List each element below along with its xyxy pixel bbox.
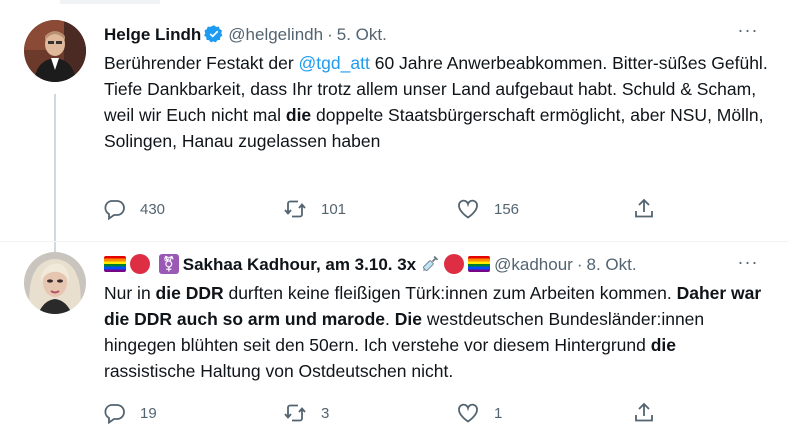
share-icon (635, 198, 653, 218)
text-bold: die (650, 335, 677, 355)
avatar[interactable] (24, 20, 86, 82)
share-button[interactable] (632, 196, 656, 222)
transgender-symbol-icon (158, 254, 179, 274)
rainbow-flag-icon (468, 256, 491, 272)
like-icon (458, 199, 478, 219)
verified-badge-icon (204, 24, 224, 44)
tweet-text: Nur in die DDR durften keine fleißigen T… (104, 280, 768, 384)
like-button[interactable]: 1 (456, 400, 502, 426)
avatar-image (24, 20, 86, 82)
more-icon[interactable]: ··· (736, 21, 760, 44)
text-part: Berührender Festakt der (104, 53, 299, 73)
like-button[interactable]: 156 (456, 196, 519, 222)
text-part: durften keine fleißigen Türk:innen zum A… (223, 283, 677, 303)
red-circle-icon (130, 254, 150, 274)
author-name[interactable]: Sakhaa Kadhour, am 3.10. 3x (183, 255, 416, 274)
tweet-actions: 430 101 156 (100, 196, 680, 222)
like-count: 156 (494, 200, 520, 218)
top-divider (60, 0, 160, 4)
reply-icon (104, 200, 125, 221)
red-circle-icon (444, 254, 465, 274)
retweet-count: 3 (321, 404, 330, 422)
retweet-count: 101 (321, 200, 347, 218)
tweet-header: Helge Lindh @helgelindh · 5. Okt. (104, 22, 758, 48)
separator-dot: · (576, 255, 583, 274)
text-part: rassistische Haltung von Ostdeutschen ni… (104, 361, 454, 381)
avatar[interactable] (24, 252, 86, 314)
syringe-icon (420, 254, 440, 274)
tweet-sakhaa-kadhour[interactable]: Sakhaa Kadhour, am 3.10. 3x @kadhour·8. O… (0, 242, 788, 448)
more-icon[interactable]: ··· (736, 253, 760, 276)
retweet-button[interactable]: 101 (283, 196, 346, 222)
like-icon (458, 403, 478, 423)
reply-button[interactable]: 430 (102, 196, 165, 222)
text-part: . (385, 309, 395, 329)
retweet-icon (284, 404, 306, 422)
like-count: 1 (494, 404, 503, 422)
reply-count: 430 (140, 200, 166, 218)
retweet-icon (284, 200, 306, 218)
tweet-date[interactable]: 5. Okt. (337, 25, 387, 44)
separator-dot: · (327, 25, 333, 44)
reply-count: 19 (140, 404, 157, 422)
reply-icon (104, 404, 125, 425)
reply-button[interactable]: 19 (102, 400, 157, 426)
avatar-image (24, 252, 86, 314)
retweet-button[interactable]: 3 (283, 400, 329, 426)
rainbow-flag-icon (104, 256, 126, 272)
tweet-date[interactable]: 8. Okt. (587, 255, 637, 274)
text-bold: Die (394, 309, 422, 329)
thread-line (54, 94, 56, 252)
author-handle[interactable]: @kadhour (494, 255, 573, 274)
mention-link[interactable]: @tgd_att (299, 53, 370, 73)
tweet-header: Sakhaa Kadhour, am 3.10. 3x @kadhour·8. O… (104, 252, 758, 278)
text-bold: die (285, 105, 312, 125)
author-name[interactable]: Helge Lindh (104, 25, 201, 44)
share-icon (635, 402, 653, 422)
tweet-helge-lindh[interactable]: Helge Lindh @helgelindh · 5. Okt. ··· Berüh… (0, 10, 788, 252)
text-bold: die DDR (155, 283, 224, 303)
text-part: Nur in (104, 283, 156, 303)
tweet-text: Berührender Festakt der @tgd_att 60 Jahr… (104, 50, 768, 154)
share-button[interactable] (632, 400, 656, 426)
author-handle[interactable]: @helgelindh (228, 25, 323, 44)
tweet-actions: 19 3 1 (100, 400, 680, 426)
